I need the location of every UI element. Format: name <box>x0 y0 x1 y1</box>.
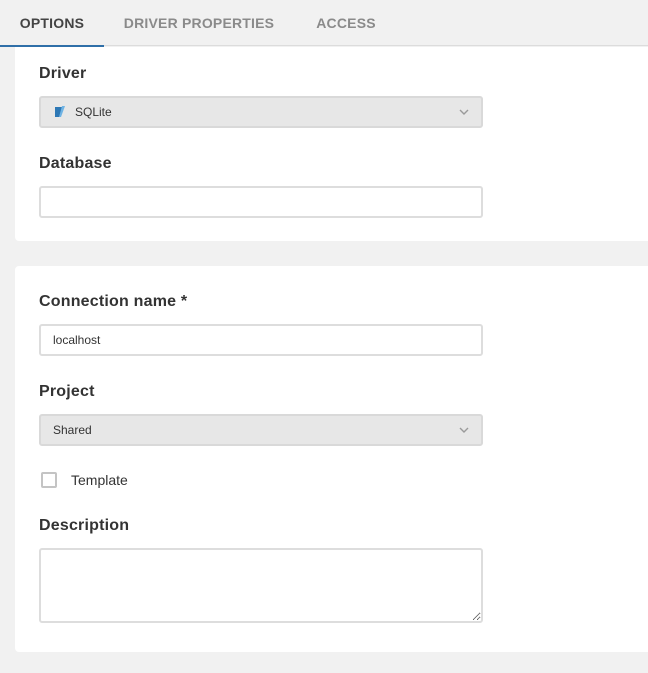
chevron-down-icon <box>459 427 469 433</box>
connection-name-input[interactable] <box>39 324 483 356</box>
database-label: Database <box>39 155 112 172</box>
template-checkbox[interactable] <box>41 472 57 488</box>
template-checkbox-row[interactable]: Template <box>39 470 128 490</box>
template-label: Template <box>71 472 128 488</box>
tab-driver-properties[interactable]: DRIVER PROPERTIES <box>104 0 294 46</box>
chevron-down-icon <box>459 109 469 115</box>
connection-name-label: Connection name * <box>39 293 188 310</box>
tab-access[interactable]: ACCESS <box>294 0 398 46</box>
project-select-value: Shared <box>53 423 92 437</box>
tab-bar: OPTIONS DRIVER PROPERTIES ACCESS <box>0 0 648 47</box>
driver-label: Driver <box>39 65 87 82</box>
description-label: Description <box>39 517 130 534</box>
connection-settings-card: Connection name * Project Shared Templat… <box>15 266 648 652</box>
driver-select-value: SQLite <box>75 105 112 119</box>
driver-settings-card: Driver SQLite Database <box>15 47 648 241</box>
driver-select[interactable]: SQLite <box>39 96 483 128</box>
description-textarea[interactable] <box>39 548 483 623</box>
database-input[interactable] <box>39 186 483 218</box>
tab-options[interactable]: OPTIONS <box>0 0 104 47</box>
project-select[interactable]: Shared <box>39 414 483 446</box>
project-label: Project <box>39 383 95 400</box>
sqlite-icon <box>53 105 67 119</box>
